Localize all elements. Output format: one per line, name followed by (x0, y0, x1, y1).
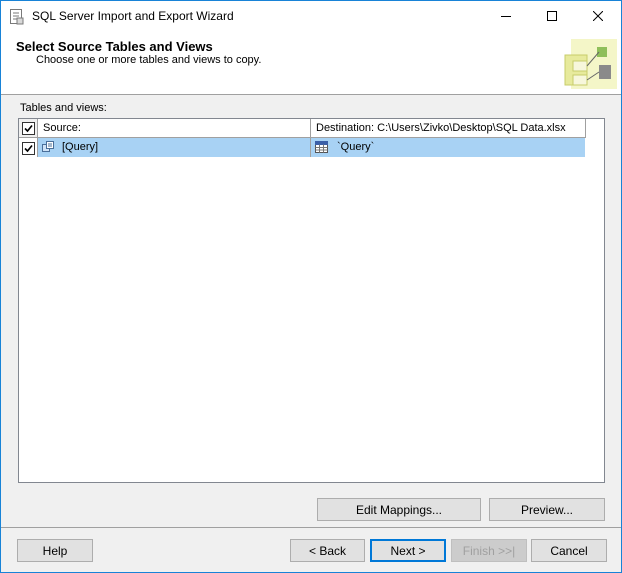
app-icon (10, 9, 24, 25)
query-source-icon (42, 141, 54, 156)
source-column-header[interactable]: Source: (38, 119, 311, 138)
close-icon (592, 10, 604, 24)
cancel-button[interactable]: Cancel (531, 539, 607, 562)
tables-views-label: Tables and views: (20, 102, 107, 114)
title-bar: SQL Server Import and Export Wizard (1, 1, 621, 32)
maximize-icon (547, 10, 557, 24)
minimize-button[interactable] (483, 1, 529, 32)
minimize-icon (501, 10, 511, 24)
wizard-header: Select Source Tables and Views Choose on… (1, 32, 621, 95)
wizard-window: SQL Server Import and Export Wizard Sele… (0, 0, 622, 573)
select-all-cell[interactable] (19, 119, 38, 138)
tables-grid[interactable]: Source: Destination: C:\Users\Zivko\Desk… (18, 118, 605, 483)
source-header-label: Source: (43, 122, 81, 134)
page-title: Select Source Tables and Views (16, 39, 213, 54)
row-checkbox[interactable] (22, 142, 35, 155)
close-button[interactable] (575, 1, 621, 32)
destination-name: `Query` (337, 141, 375, 153)
edit-mappings-button[interactable]: Edit Mappings... (317, 498, 481, 521)
back-button[interactable]: < Back (290, 539, 365, 562)
help-button[interactable]: Help (17, 539, 93, 562)
next-button[interactable]: Next > (370, 539, 446, 562)
finish-button[interactable]: Finish >>| (451, 539, 527, 562)
window-title: SQL Server Import and Export Wizard (32, 9, 234, 23)
maximize-button[interactable] (529, 1, 575, 32)
footer-divider (1, 527, 621, 528)
page-subtitle: Choose one or more tables and views to c… (36, 54, 262, 66)
destination-header-label: Destination: C:\Users\Zivko\Desktop\SQL … (316, 122, 566, 134)
table-row[interactable]: [Query] `Query` (19, 138, 586, 157)
destination-cell[interactable]: `Query` (311, 138, 585, 157)
select-all-checkbox[interactable] (22, 122, 35, 135)
preview-button[interactable]: Preview... (489, 498, 605, 521)
grid-header: Source: Destination: C:\Users\Zivko\Desk… (19, 119, 586, 138)
table-icon (315, 141, 328, 156)
destination-column-header[interactable]: Destination: C:\Users\Zivko\Desktop\SQL … (311, 119, 586, 138)
row-check-cell[interactable] (19, 138, 38, 157)
source-name: [Query] (62, 141, 99, 153)
wizard-graphic-icon (553, 35, 619, 91)
source-cell[interactable]: [Query] (38, 138, 311, 157)
